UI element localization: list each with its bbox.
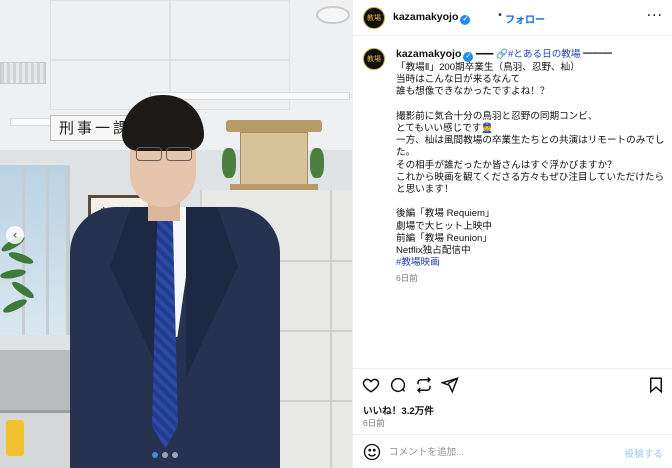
post-photo[interactable]: 刑事一課 新巣気 ‹ (0, 0, 352, 468)
caption-line-text: と思います！ (396, 184, 454, 196)
caption-line: 劇場で大ヒット上映中 (396, 221, 664, 233)
office-plant (0, 230, 40, 360)
bookmark-icon[interactable] (647, 376, 665, 394)
caption-line: これから映画を観てくださる方々もぜひ注目していただけたら (396, 172, 664, 184)
caption-line-text: 後編「教場 Requiem」 (396, 208, 495, 220)
caption-line-text: とてもいい感じです👮 (396, 123, 494, 134)
send-icon[interactable] (441, 376, 459, 394)
caption-line: と思います！ (396, 184, 664, 196)
header-username[interactable]: kazamakyojo ✓ (393, 11, 471, 25)
caption-line-text: ━━━ (580, 49, 612, 60)
caption-line: ━━━ 🔗#とある日の教場 ━━━ (476, 49, 612, 60)
caption-line: 当時はこんな日が来るなんて (396, 74, 664, 86)
carousel-dot (172, 452, 178, 458)
caption-line: #教場映画 (396, 257, 664, 269)
comment-bar: 投稿する (353, 434, 672, 468)
more-options-icon[interactable]: ··· (647, 8, 663, 24)
caption-line-text: 前編「教場 Reunion」 (396, 232, 492, 244)
post-header: 教場 kazamakyojo ✓ • フォロー ··· (353, 0, 672, 36)
heart-icon[interactable] (362, 376, 380, 394)
likes-count[interactable]: いいね！3.2万件 (363, 403, 434, 417)
caption-line: とてもいい感じです👮 (396, 123, 664, 135)
caption-line: た。 (396, 147, 664, 159)
caption-line-text: た。 (396, 147, 416, 159)
caption-line-text: ━━━ 🔗 (476, 49, 508, 60)
caption-line: その相手が誰だったか皆さんはすぐ浮かびますか？ (396, 160, 664, 172)
verified-badge-icon: ✓ (463, 52, 474, 62)
comment-input[interactable] (389, 444, 609, 460)
smoke-detector (316, 6, 350, 24)
header-separator: • (497, 10, 503, 21)
caption-line-text: Netflix独占配信中 (396, 245, 471, 257)
comment-icon[interactable] (389, 376, 407, 394)
caption-line-text: 一方、杣は風間教場の卒業生たちとの共演はリモートのみでし (396, 135, 665, 147)
caption-line: 誰も想像できなかったですよね！？ (396, 86, 664, 98)
verified-badge-icon: ✓ (460, 15, 471, 25)
caption-line-text: その相手が誰だったか皆さんはすぐ浮かびますか？ (396, 159, 617, 171)
action-bar (353, 368, 672, 400)
caption-line-text: 撮影前に気合十分の鳥羽と忍野の同期コンビ、 (396, 110, 598, 122)
caption-time: 6日前 (396, 273, 418, 284)
glasses (132, 147, 196, 163)
post-comment-button[interactable]: 投稿する (625, 446, 663, 460)
caption-line: 撮影前に気合十分の鳥羽と忍野の同期コンビ、 (396, 111, 664, 123)
caption-line-text: 「教場Ⅱ」200期卒業生（鳥羽、忍野、杣） (396, 62, 580, 73)
carousel-dot (162, 452, 168, 458)
caption-line: 後編「教場 Requiem」 (396, 208, 664, 220)
follow-button[interactable]: フォロー (505, 11, 545, 26)
carousel-prev-button[interactable]: ‹ (6, 226, 24, 244)
carousel-indicator (152, 452, 178, 458)
post-time: 6日前 (363, 418, 385, 428)
caption-line: Netflix独占配信中 (396, 245, 664, 257)
caption-line-text: 劇場で大ヒット上映中 (396, 220, 492, 232)
hashtag-link[interactable]: #教場映画 (396, 257, 440, 268)
caption-text: kazamakyojo ✓ ━━━ 🔗#とある日の教場 ━━━ 「教場Ⅱ」200期卒… (396, 48, 665, 285)
hashtag-link[interactable]: #とある日の教場 (508, 49, 581, 60)
post-panel: 教場 kazamakyojo ✓ • フォロー ··· 教場 kazamakyoj… (352, 0, 672, 468)
caption-username[interactable]: kazamakyojo (396, 48, 461, 60)
man-in-suit (70, 95, 280, 468)
caption-avatar[interactable]: 教場 (363, 48, 385, 70)
carousel-dot-active (152, 452, 158, 458)
caption-line-text: これから映画を観てくださる方々もぜひ注目していただけたら (396, 171, 665, 183)
caption-section: 教場 kazamakyojo ✓ ━━━ 🔗#とある日の教場 ━━━ 「教場Ⅱ」20… (353, 40, 672, 368)
caption-line-text: 当時はこんな日が来るなんて (396, 74, 521, 86)
header-username-text[interactable]: kazamakyojo (393, 11, 458, 23)
caption-line: 前編「教場 Reunion」 (396, 233, 664, 245)
caption-line-text: 誰も想像できなかったですよね！？ (396, 86, 550, 98)
caption-line: 一方、杣は風間教場の卒業生たちとの共演はリモートのみでし (396, 135, 665, 147)
pen-cup (6, 420, 24, 456)
caption-line: 「教場Ⅱ」200期卒業生（鳥羽、忍野、杣） (396, 62, 664, 74)
repost-icon[interactable] (415, 376, 433, 394)
air-vent (0, 62, 46, 84)
emoji-icon[interactable] (363, 443, 381, 461)
avatar[interactable]: 教場 (363, 7, 385, 29)
